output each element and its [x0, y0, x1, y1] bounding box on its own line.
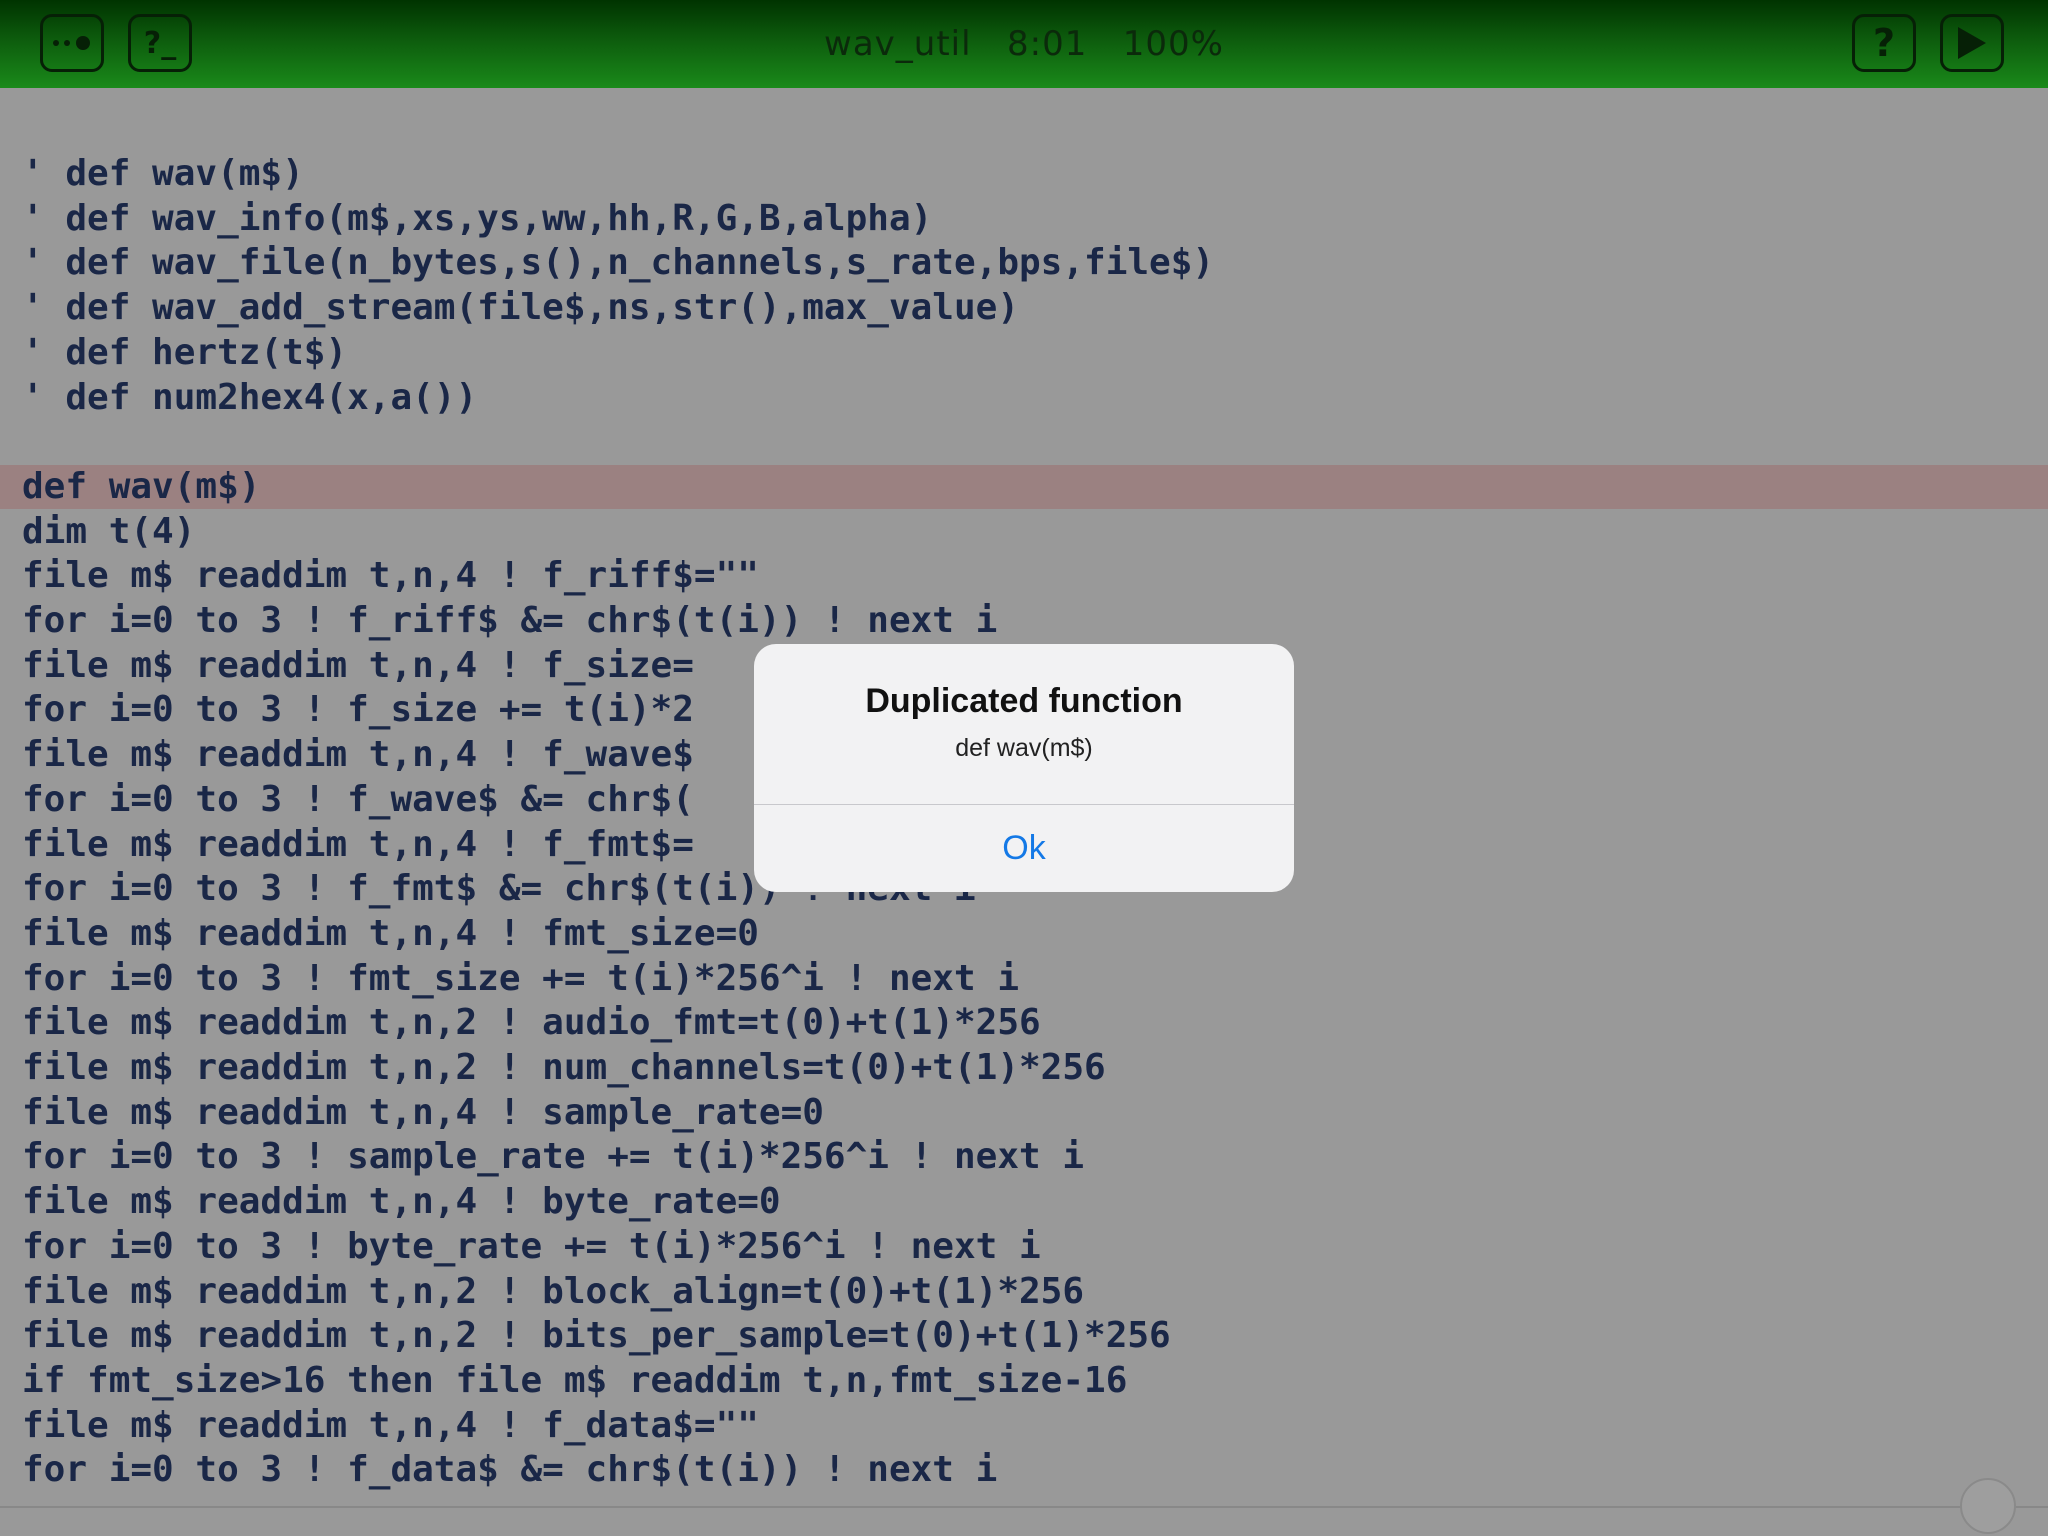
code-line[interactable]: for i=0 to 3 ! sample_rate += t(i)*256^i… [0, 1135, 2048, 1179]
code-line[interactable]: ' def wav_info(m$,xs,ys,ww,hh,R,G,B,alph… [0, 197, 2048, 241]
horizontal-scrollbar[interactable] [0, 1506, 2048, 1508]
alert-title: Duplicated function [865, 682, 1183, 720]
code-line[interactable]: for i=0 to 3 ! f_data$ &= chr$(t(i)) ! n… [0, 1448, 2048, 1492]
code-line[interactable]: file m$ readdim t,n,2 ! block_align=t(0)… [0, 1270, 2048, 1314]
window-title: wav_util 8:01 100% [824, 24, 1224, 64]
help-button[interactable]: ? [1852, 14, 1916, 72]
alert-message: def wav(m$) [955, 734, 1093, 762]
code-line[interactable]: ' def wav_add_stream(file$,ns,str(),max_… [0, 286, 2048, 330]
code-line[interactable]: dim t(4) [0, 510, 2048, 554]
code-line[interactable]: ' def hertz(t$) [0, 331, 2048, 375]
code-line[interactable]: file m$ readdim t,n,4 ! sample_rate=0 [0, 1091, 2048, 1135]
scroll-handle[interactable] [1960, 1478, 2016, 1534]
code-line[interactable]: file m$ readdim t,n,4 ! f_riff$="" [0, 554, 2048, 598]
code-line-highlighted[interactable]: def wav(m$) [0, 465, 2048, 509]
help-icon: ? [1872, 21, 1896, 65]
code-line[interactable]: file m$ readdim t,n,4 ! fmt_size=0 [0, 912, 2048, 956]
top-toolbar: ?_ wav_util 8:01 100% ? [0, 0, 2048, 88]
code-line[interactable]: file m$ readdim t,n,2 ! num_channels=t(0… [0, 1046, 2048, 1090]
alert-dialog: Duplicated function def wav(m$) Ok [754, 644, 1294, 892]
code-line[interactable]: file m$ readdim t,n,2 ! audio_fmt=t(0)+t… [0, 1001, 2048, 1045]
code-line[interactable]: file m$ readdim t,n,4 ! f_data$="" [0, 1404, 2048, 1448]
code-line[interactable]: for i=0 to 3 ! byte_rate += t(i)*256^i !… [0, 1225, 2048, 1269]
code-line[interactable]: file m$ readdim t,n,2 ! bits_per_sample=… [0, 1314, 2048, 1358]
code-line[interactable]: if fmt_size>16 then file m$ readdim t,n,… [0, 1359, 2048, 1403]
code-line[interactable]: ' def wav(m$) [0, 152, 2048, 196]
code-line[interactable]: ' def num2hex4(x,a()) [0, 376, 2048, 420]
code-line[interactable]: file m$ readdim t,n,4 ! byte_rate=0 [0, 1180, 2048, 1224]
code-line[interactable] [0, 420, 2048, 464]
code-line[interactable]: for i=0 to 3 ! f_riff$ &= chr$(t(i)) ! n… [0, 599, 2048, 643]
code-line[interactable]: for i=0 to 3 ! fmt_size += t(i)*256^i ! … [0, 957, 2048, 1001]
ok-button[interactable]: Ok [754, 805, 1294, 892]
code-line[interactable]: ' def wav_file(n_bytes,s(),n_channels,s_… [0, 241, 2048, 285]
run-button[interactable] [1940, 14, 2004, 72]
play-icon [1958, 27, 1986, 59]
